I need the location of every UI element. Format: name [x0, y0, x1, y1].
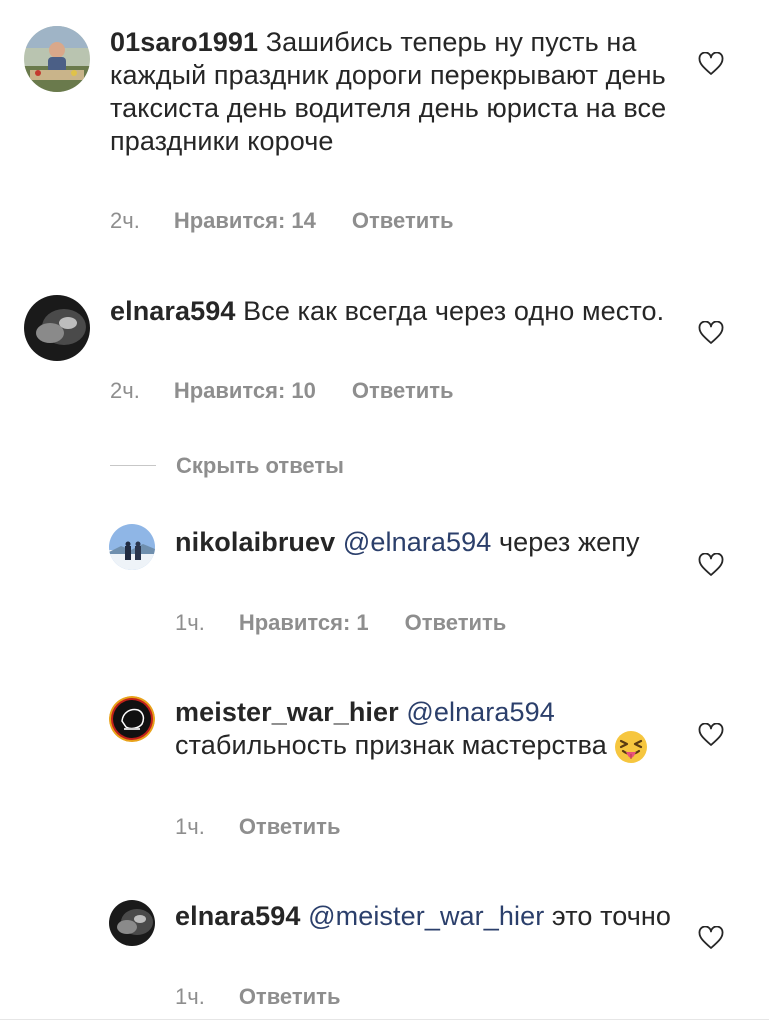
timestamp: 2ч. — [110, 208, 140, 233]
avatar[interactable] — [24, 295, 90, 361]
heart-icon[interactable] — [698, 552, 724, 577]
mention-link[interactable]: @elnara594 — [343, 527, 492, 557]
reply-button[interactable]: Ответить — [352, 378, 454, 404]
username[interactable]: meister_war_hier — [175, 697, 399, 727]
heart-icon[interactable] — [698, 320, 724, 345]
comment-body: elnara594 Все как всегда через одно мест… — [110, 295, 670, 328]
comment-meta: 2ч. Нравится: 14 Ответить — [110, 208, 454, 234]
reply-text: это точно — [551, 901, 672, 931]
avatar[interactable] — [109, 900, 155, 946]
avatar[interactable] — [24, 26, 90, 92]
username[interactable]: elnara594 — [110, 296, 236, 326]
squinting-face-with-tongue-icon — [614, 730, 648, 764]
reply-text: стабильность признак мастерства — [175, 730, 607, 760]
reply-button[interactable]: Ответить — [352, 208, 454, 234]
reply-button[interactable]: Ответить — [239, 984, 341, 1010]
reply-body: elnara594 @meister_war_hier это точно — [175, 900, 675, 933]
username[interactable]: 01saro1991 — [110, 27, 258, 57]
username[interactable]: nikolaibruev — [175, 527, 335, 557]
comment-meta: 2ч. Нравится: 10 Ответить — [110, 378, 454, 404]
divider — [110, 465, 156, 466]
likes-count[interactable]: Нравится: 14 — [174, 208, 316, 234]
timestamp: 1ч. — [175, 610, 205, 635]
reply-button[interactable]: Ответить — [405, 610, 507, 636]
reply-meta: 1ч. Ответить — [175, 984, 340, 1010]
reply-button[interactable]: Ответить — [239, 814, 341, 840]
comment-body: 01saro1991 Зашибись теперь ну пусть на к… — [110, 26, 670, 158]
likes-count[interactable]: Нравится: 10 — [174, 378, 316, 404]
reply-meta: 1ч. Ответить — [175, 814, 340, 840]
heart-icon[interactable] — [698, 722, 724, 747]
timestamp: 1ч. — [175, 984, 205, 1009]
timestamp: 2ч. — [110, 378, 140, 403]
reply-body: meister_war_hier @elnara594 стабильность… — [175, 696, 675, 764]
heart-icon[interactable] — [698, 51, 724, 76]
reply-body: nikolaibruev @elnara594 через жепу — [175, 526, 675, 559]
hide-replies-label[interactable]: Скрыть ответы — [176, 453, 344, 479]
mention-link[interactable]: @meister_war_hier — [308, 901, 544, 931]
likes-count[interactable]: Нравится: 1 — [239, 610, 369, 636]
avatar[interactable] — [109, 696, 155, 742]
comment-text: Все как всегда через одно место. — [243, 296, 665, 326]
reply-text: через жепу — [498, 527, 640, 557]
reply-meta: 1ч. Нравится: 1 Ответить — [175, 610, 506, 636]
timestamp: 1ч. — [175, 814, 205, 839]
heart-icon[interactable] — [698, 925, 724, 950]
divider — [0, 1019, 769, 1020]
mention-link[interactable]: @elnara594 — [406, 697, 555, 727]
username[interactable]: elnara594 — [175, 901, 301, 931]
avatar[interactable] — [109, 524, 155, 570]
